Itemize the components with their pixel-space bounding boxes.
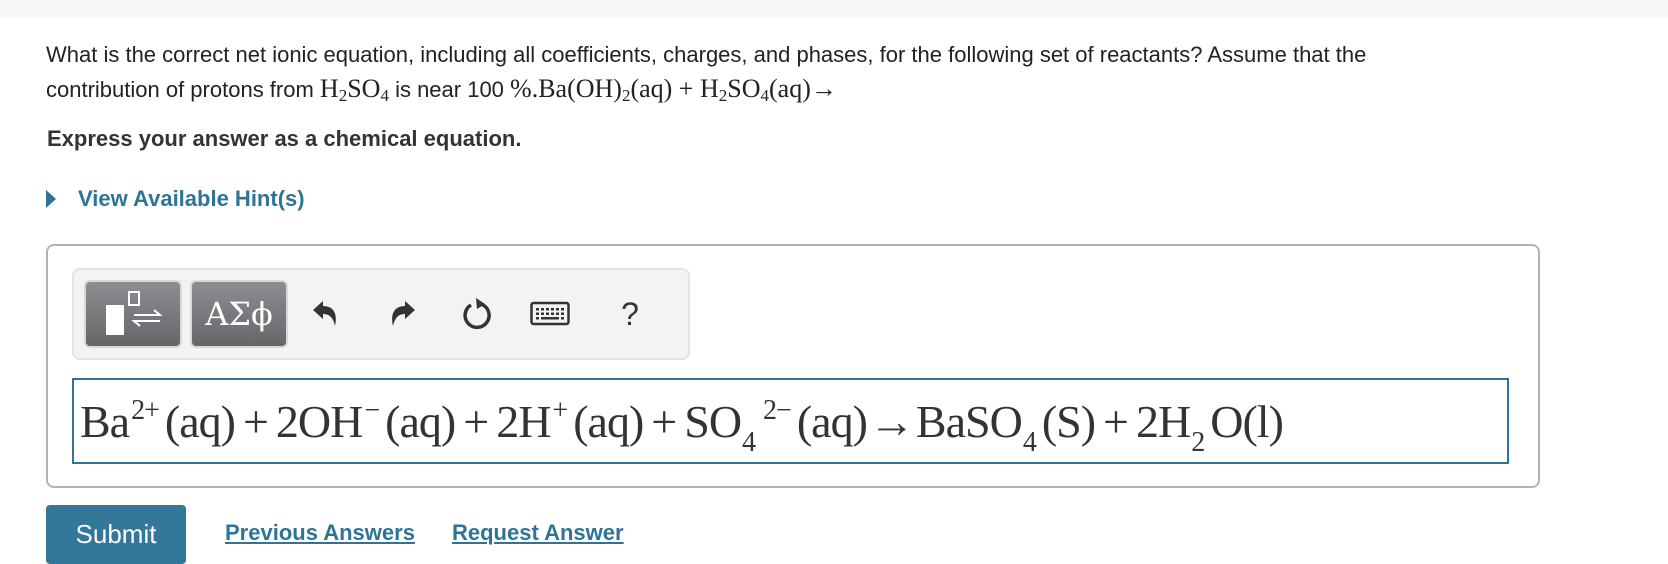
templates-icon — [106, 291, 163, 335]
redo-button[interactable] — [380, 292, 424, 336]
reset-button[interactable] — [454, 292, 498, 336]
greek-symbols-button[interactable]: ΑΣϕ — [190, 280, 288, 348]
view-hints-label[interactable]: View Available Hint(s) — [78, 186, 305, 212]
reaction-formula: %.Ba(OH)2(aq) + H2SO4(aq)→ — [510, 74, 837, 105]
instruction-text: Express your answer as a chemical equati… — [47, 126, 522, 151]
previous-answers-link[interactable]: Previous Answers — [225, 520, 415, 546]
redo-icon — [392, 301, 415, 326]
acid-formula: H2SO4 — [319, 74, 389, 105]
plus-operator: + — [1103, 395, 1129, 447]
equation-species: 2OH− (aq) — [275, 394, 456, 447]
question-middle: is near 100 — [388, 77, 511, 102]
equation-species: Ba2+ (aq) — [80, 394, 236, 447]
undo-icon — [313, 301, 336, 326]
reset-icon — [463, 298, 491, 330]
equation-species: SO42− (aq) — [684, 394, 868, 458]
reaction-arrow: → — [868, 395, 915, 447]
question-line-2: contribution of protons from H2SO4 is ne… — [46, 72, 1646, 107]
question-text: What is the correct net ionic equation, … — [46, 38, 1646, 107]
keyboard-button[interactable] — [528, 292, 572, 336]
plus-operator: + — [651, 395, 677, 447]
equation-species: 2H2 O(l) — [1136, 395, 1284, 458]
top-bar — [0, 0, 1668, 18]
plus-operator: + — [463, 395, 489, 447]
keyboard-icon — [530, 301, 570, 326]
answer-box: ΑΣϕ ? Ba2+ (aq) + 2OH− (aq) + 2H+ (aq) +… — [46, 244, 1540, 488]
view-hints-toggle[interactable]: View Available Hint(s) — [46, 186, 305, 212]
submit-button[interactable]: Submit — [46, 505, 186, 564]
equation-species: BaSO4 (S) — [915, 395, 1096, 458]
question-prefix: contribution of protons from — [46, 77, 320, 102]
equation-species: 2H+ (aq) — [496, 394, 644, 447]
equation-input[interactable]: Ba2+ (aq) +2OH− (aq) +2H+ (aq) + SO42− (aq) → BaSO… — [72, 378, 1509, 464]
help-button[interactable]: ? — [608, 292, 652, 336]
undo-button[interactable] — [304, 292, 348, 336]
request-answer-link[interactable]: Request Answer — [452, 520, 624, 546]
question-line-1: What is the correct net ionic equation, … — [46, 42, 1367, 67]
triangle-right-icon — [46, 190, 56, 208]
math-toolbar: ΑΣϕ ? — [72, 268, 690, 360]
plus-operator: + — [242, 395, 269, 447]
templates-button[interactable] — [84, 280, 182, 348]
